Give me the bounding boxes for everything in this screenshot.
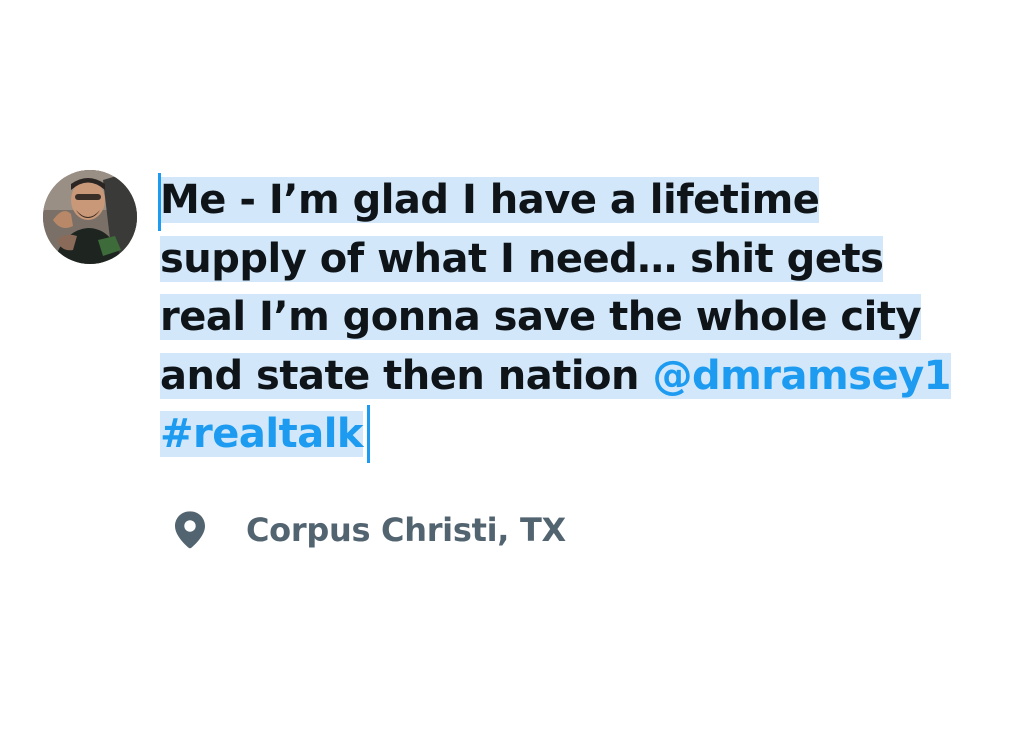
tweet-line-text: real I’m gonna save the whole city: [160, 294, 922, 340]
tweet-line: Me - I’m glad I have a lifetime: [160, 171, 990, 230]
mention-link[interactable]: @dmramsey1: [652, 353, 951, 399]
selection-end-handle[interactable]: [367, 405, 370, 463]
location-label[interactable]: Corpus Christi, TX: [246, 511, 566, 549]
avatar-image: [43, 170, 137, 264]
map-pin-icon: [175, 511, 205, 549]
tweet-location[interactable]: Corpus Christi, TX: [172, 506, 566, 554]
tweet-line-text: and state then nation: [160, 352, 653, 399]
tweet-line-text: supply of what I need… shit gets: [160, 235, 884, 282]
avatar[interactable]: [43, 170, 137, 264]
tweet-page: Me - I’m glad I have a lifetime supply o…: [0, 0, 1024, 743]
tweet-line: and state then nation @dmramsey1: [160, 347, 990, 406]
tweet-line-text: Me - I’m glad I have a lifetime: [160, 177, 820, 223]
tweet-text[interactable]: Me - I’m glad I have a lifetime supply o…: [158, 171, 990, 464]
tweet-line: #realtalk: [160, 405, 990, 464]
selection-start-handle[interactable]: [158, 173, 161, 231]
tweet-line: real I’m gonna save the whole city: [160, 288, 990, 347]
tweet-line: supply of what I need… shit gets: [160, 230, 990, 289]
hashtag-link[interactable]: #realtalk: [160, 411, 364, 457]
